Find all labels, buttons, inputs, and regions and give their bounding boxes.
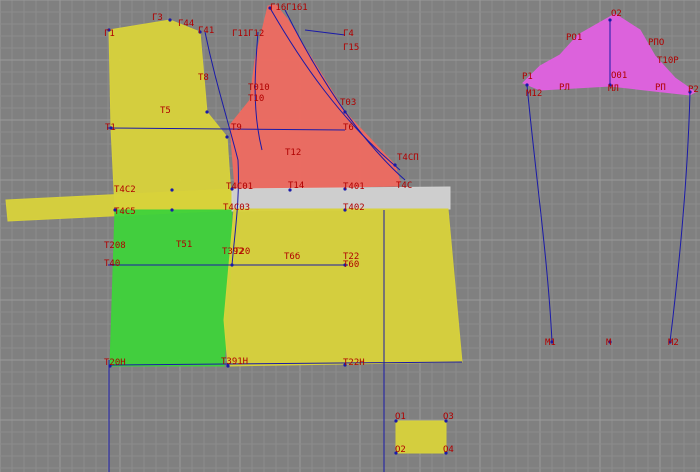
point-label-t391h: Т391Н bbox=[221, 357, 248, 367]
sleeve-right-curve bbox=[669, 91, 691, 343]
point-label-c-o4: О4 bbox=[443, 445, 454, 455]
point-label-g4: Г4 bbox=[343, 29, 354, 39]
point-label-ml: МЛ bbox=[608, 84, 619, 94]
point-label-t9: Т9 bbox=[231, 123, 242, 133]
construction-point[interactable] bbox=[225, 135, 229, 139]
point-label-p1: Р1 bbox=[522, 72, 533, 82]
point-label-m2: М2 bbox=[668, 338, 679, 348]
point-label-c-o3: О3 bbox=[443, 412, 454, 422]
point-label-t4cp: Т4СП bbox=[397, 153, 419, 163]
point-label-t4c5: Т4С5 bbox=[114, 207, 136, 217]
point-label-t1: Т1 bbox=[105, 123, 116, 133]
point-label-t4c: Т4С bbox=[396, 181, 412, 191]
point-label-t401: Т401 bbox=[343, 182, 365, 192]
point-label-rpo: РПО bbox=[648, 38, 664, 48]
construction-point[interactable] bbox=[393, 163, 397, 167]
point-label-t10p: Т10Р bbox=[657, 56, 679, 66]
pattern-canvas[interactable]: Г1 Г3 Г44 Г41 Г11 Г12 Г16 Г161 Г4 Г15 Т8 Т5 Т010Т10 Т… bbox=[0, 0, 700, 472]
point-label-t40: Т40 bbox=[104, 259, 120, 269]
point-label-t208: Т208 bbox=[104, 241, 126, 251]
point-label-g44: Г44 bbox=[178, 19, 194, 29]
shoulder-guide bbox=[304, 29, 346, 36]
construction-point[interactable] bbox=[343, 110, 347, 114]
point-label-c-o1: О1 bbox=[395, 412, 406, 422]
point-label-t12: Т12 bbox=[285, 148, 301, 158]
point-label-t010: Т010 bbox=[248, 83, 270, 93]
point-label-g1: Г1 bbox=[104, 29, 115, 39]
point-label-g11: Г11 bbox=[232, 29, 248, 39]
point-label-t20h: Т20Н bbox=[104, 358, 126, 368]
point-label-o01: О01 bbox=[611, 71, 627, 81]
point-label-rp: РП bbox=[655, 83, 666, 93]
construction-point[interactable] bbox=[168, 18, 172, 22]
point-label-m12: М12 bbox=[526, 89, 542, 99]
yellow-skirt-piece[interactable] bbox=[223, 208, 463, 367]
point-label-m1: М1 bbox=[545, 338, 556, 348]
point-label-g3: Г3 bbox=[152, 13, 163, 23]
construction-point[interactable] bbox=[170, 208, 174, 212]
construction-point[interactable] bbox=[205, 110, 209, 114]
point-label-t60: Т60 bbox=[343, 260, 359, 270]
construction-point[interactable] bbox=[230, 263, 234, 267]
point-label-m: М bbox=[606, 338, 612, 348]
point-label-rl: РЛ bbox=[559, 83, 570, 93]
point-label-t10: Т10 bbox=[248, 94, 264, 104]
point-label-t402: Т402 bbox=[343, 203, 365, 213]
point-label-g16: Г16 bbox=[270, 3, 286, 13]
point-label-t20: Т20 bbox=[234, 247, 250, 257]
point-label-t6b: Т6б bbox=[284, 251, 300, 262]
point-label-po1: РО1 bbox=[566, 33, 582, 43]
point-label-t6: Т6 bbox=[343, 123, 354, 133]
point-label-t14: Т14 bbox=[288, 181, 304, 191]
point-label-g12: Г12 bbox=[248, 29, 264, 39]
green-lower-piece[interactable] bbox=[109, 209, 233, 367]
point-label-t51: Т51 bbox=[176, 240, 192, 250]
point-label-g15: Г15 bbox=[343, 43, 359, 53]
point-label-c-o2: О2 bbox=[395, 445, 406, 455]
point-label-g161: Г161 bbox=[286, 3, 308, 13]
pink-collar-piece[interactable] bbox=[522, 13, 696, 96]
point-label-t4c01: Т4С01 bbox=[226, 182, 253, 192]
point-label-t4c2: Т4С2 bbox=[114, 185, 136, 195]
point-label-o2: О2 bbox=[611, 9, 622, 19]
grey-band-piece[interactable] bbox=[231, 186, 451, 212]
point-label-g41: Г41 bbox=[198, 26, 214, 36]
construction-point[interactable] bbox=[170, 188, 174, 192]
construction-point[interactable] bbox=[525, 83, 529, 87]
point-label-t5: Т5 bbox=[160, 106, 171, 116]
point-label-t4c03: Т4С03 bbox=[223, 203, 250, 213]
point-label-t22h: Т22Н bbox=[343, 358, 365, 368]
point-label-t8: Т8 bbox=[198, 73, 209, 83]
point-label-p2: Р2 bbox=[688, 85, 699, 95]
point-label-t03: Т03 bbox=[340, 98, 356, 108]
